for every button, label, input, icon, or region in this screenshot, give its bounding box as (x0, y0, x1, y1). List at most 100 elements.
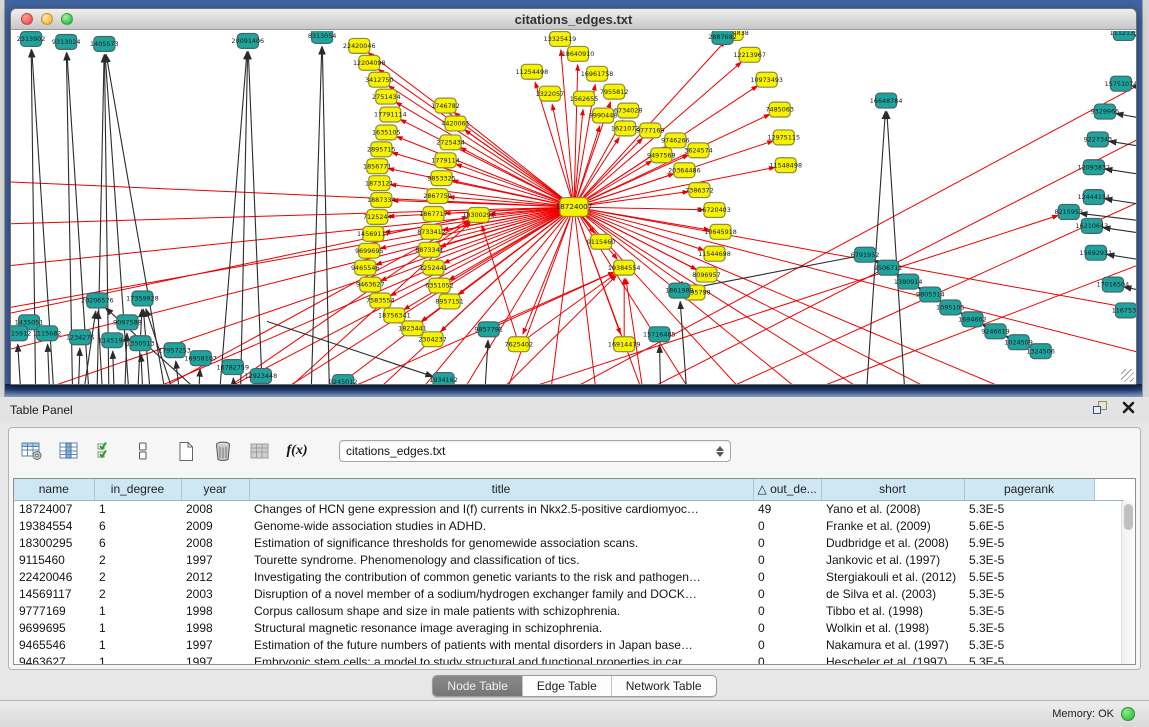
window-titlebar[interactable]: citations_edges.txt (11, 9, 1136, 30)
close-panel-icon[interactable] (1122, 401, 1135, 419)
float-panel-icon[interactable] (1092, 400, 1108, 420)
table-cell[interactable]: 6 (94, 517, 181, 534)
window-resize-grip[interactable] (1121, 369, 1134, 382)
table-cell[interactable]: 0 (753, 653, 821, 665)
table-cell[interactable]: Disruption of a novel member of a sodium… (249, 585, 753, 602)
scrollbar-thumb[interactable] (1124, 504, 1133, 530)
table-cell[interactable]: Embryonic stem cells: a model to study s… (249, 653, 753, 665)
table-cell[interactable]: 1997 (181, 551, 249, 568)
table-cell[interactable]: Investigating the contribution of common… (249, 568, 753, 585)
minimize-button[interactable] (41, 13, 53, 25)
table-cell[interactable]: 0 (753, 551, 821, 568)
table-cell[interactable]: 18724007 (14, 500, 94, 517)
table-header-row[interactable]: namein_degreeyeartitle△ out_de...shortpa… (14, 479, 1124, 500)
table-cell[interactable]: Changes of HCN gene expression and I(f) … (249, 500, 753, 517)
table-cell[interactable]: 1998 (181, 619, 249, 636)
table-cell[interactable]: Estimation of significance thresholds fo… (249, 534, 753, 551)
table-cell[interactable]: 0 (753, 619, 821, 636)
table-cell[interactable]: 0 (753, 602, 821, 619)
table-row[interactable]: 946554611997Estimation of the future num… (14, 636, 1124, 653)
table-cell[interactable]: 5.6E-5 (964, 517, 1094, 534)
table-cell[interactable]: 1997 (181, 636, 249, 653)
delete-icon[interactable] (212, 440, 234, 462)
table-cell[interactable]: 1 (94, 636, 181, 653)
memory-status-indicator[interactable] (1121, 707, 1135, 721)
table-cell[interactable]: 0 (753, 568, 821, 585)
table-cell[interactable]: 2009 (181, 517, 249, 534)
table-row[interactable]: 2242004622012Investigating the contribut… (14, 568, 1124, 585)
table-cell[interactable]: 0 (753, 534, 821, 551)
table-cell[interactable]: Tibbo et al. (1998) (821, 602, 964, 619)
column-header-name[interactable]: name (14, 479, 94, 500)
table-cell[interactable]: 2008 (181, 500, 249, 517)
table-cell[interactable]: Corpus callosum shape and size in male p… (249, 602, 753, 619)
column-edit-icon[interactable] (58, 440, 80, 462)
column-header-year[interactable]: year (181, 479, 249, 500)
rows-icon[interactable] (132, 440, 154, 462)
column-header-title[interactable]: title (249, 479, 753, 500)
table-cell[interactable]: Nakamura et al. (1997) (821, 636, 964, 653)
close-button[interactable] (21, 13, 33, 25)
column-header-short[interactable]: short (821, 479, 964, 500)
table-cell[interactable]: 1997 (181, 653, 249, 665)
table-cell[interactable]: 9777169 (14, 602, 94, 619)
table-selector[interactable]: citations_edges.txt (339, 440, 731, 462)
table-cell[interactable]: 5.3E-5 (964, 585, 1094, 602)
table-cell[interactable]: Wolkin et al. (1998) (821, 619, 964, 636)
table-cell[interactable]: 2003 (181, 585, 249, 602)
table-cell[interactable]: de Silva et al. (2003) (821, 585, 964, 602)
table-cell[interactable]: 5.3E-5 (964, 636, 1094, 653)
row-checks-icon[interactable] (95, 440, 117, 462)
table-settings-icon[interactable] (21, 440, 43, 462)
table-cell[interactable]: Jankovic et al. (1997) (821, 551, 964, 568)
table-cell[interactable]: 9115460 (14, 551, 94, 568)
table-cell[interactable]: Yano et al. (2008) (821, 500, 964, 517)
table-cell[interactable]: 9463627 (14, 653, 94, 665)
table-cell[interactable]: 1998 (181, 602, 249, 619)
table-cell[interactable]: Hescheler et al. (1997) (821, 653, 964, 665)
table-cell[interactable]: 14569117 (14, 585, 94, 602)
table-cell[interactable]: Dudbridge et al. (2008) (821, 534, 964, 551)
table-cell[interactable]: 9465546 (14, 636, 94, 653)
function-builder-icon[interactable]: f(x) (286, 440, 308, 462)
table-cell[interactable]: Franke et al. (2009) (821, 517, 964, 534)
table-cell[interactable]: 2012 (181, 568, 249, 585)
table-cell[interactable]: 0 (753, 517, 821, 534)
table-cell[interactable]: 0 (753, 636, 821, 653)
column-header-out-de-[interactable]: △ out_de... (753, 479, 821, 500)
table-cell[interactable]: 5.3E-5 (964, 500, 1094, 517)
table-cell[interactable]: 1 (94, 653, 181, 665)
table-cell[interactable]: 5.3E-5 (964, 653, 1094, 665)
table-cell[interactable]: 2 (94, 568, 181, 585)
table-cell[interactable]: 19384554 (14, 517, 94, 534)
table-row[interactable]: 1938455462009Genome-wide association stu… (14, 517, 1124, 534)
new-document-icon[interactable] (175, 440, 197, 462)
table-row[interactable]: 977716911998Corpus callosum shape and si… (14, 602, 1124, 619)
table-cell[interactable]: 5.3E-5 (964, 602, 1094, 619)
column-header-in-degree[interactable]: in_degree (94, 479, 181, 500)
column-header-pagerank[interactable]: pagerank (964, 479, 1094, 500)
table-cell[interactable]: 5.3E-5 (964, 551, 1094, 568)
table-cell[interactable]: 2 (94, 551, 181, 568)
table-cell[interactable]: Structural magnetic resonance image aver… (249, 619, 753, 636)
table-scrollbar[interactable] (1121, 501, 1135, 664)
table-cell[interactable]: 1 (94, 619, 181, 636)
table-cell[interactable]: 18300295 (14, 534, 94, 551)
table-row[interactable]: 911546021997Tourette syndrome. Phenomeno… (14, 551, 1124, 568)
table-cell[interactable]: 2 (94, 585, 181, 602)
tab-edge-table[interactable]: Edge Table (523, 676, 612, 696)
table-cell[interactable]: 0 (753, 585, 821, 602)
table-cell[interactable]: 1 (94, 500, 181, 517)
table-cell[interactable]: Genome-wide association studies in ADHD. (249, 517, 753, 534)
network-graph[interactable]: 1872400713325419186409101696175815626557… (11, 31, 1136, 384)
table-cell[interactable]: 6 (94, 534, 181, 551)
table-cell[interactable]: Tourette syndrome. Phenomenology and cla… (249, 551, 753, 568)
table-cell[interactable]: 5.3E-5 (964, 619, 1094, 636)
table-row[interactable]: 1872400712008Changes of HCN gene express… (14, 500, 1124, 517)
table-cell[interactable]: Estimation of the future numbers of pati… (249, 636, 753, 653)
table-row[interactable]: 1830029562008Estimation of significance … (14, 534, 1124, 551)
table-row[interactable]: 946362711997Embryonic stem cells: a mode… (14, 653, 1124, 665)
table-cell[interactable]: Stergiakouli et al. (2012) (821, 568, 964, 585)
zoom-button[interactable] (61, 13, 73, 25)
table-cell[interactable]: 2008 (181, 534, 249, 551)
